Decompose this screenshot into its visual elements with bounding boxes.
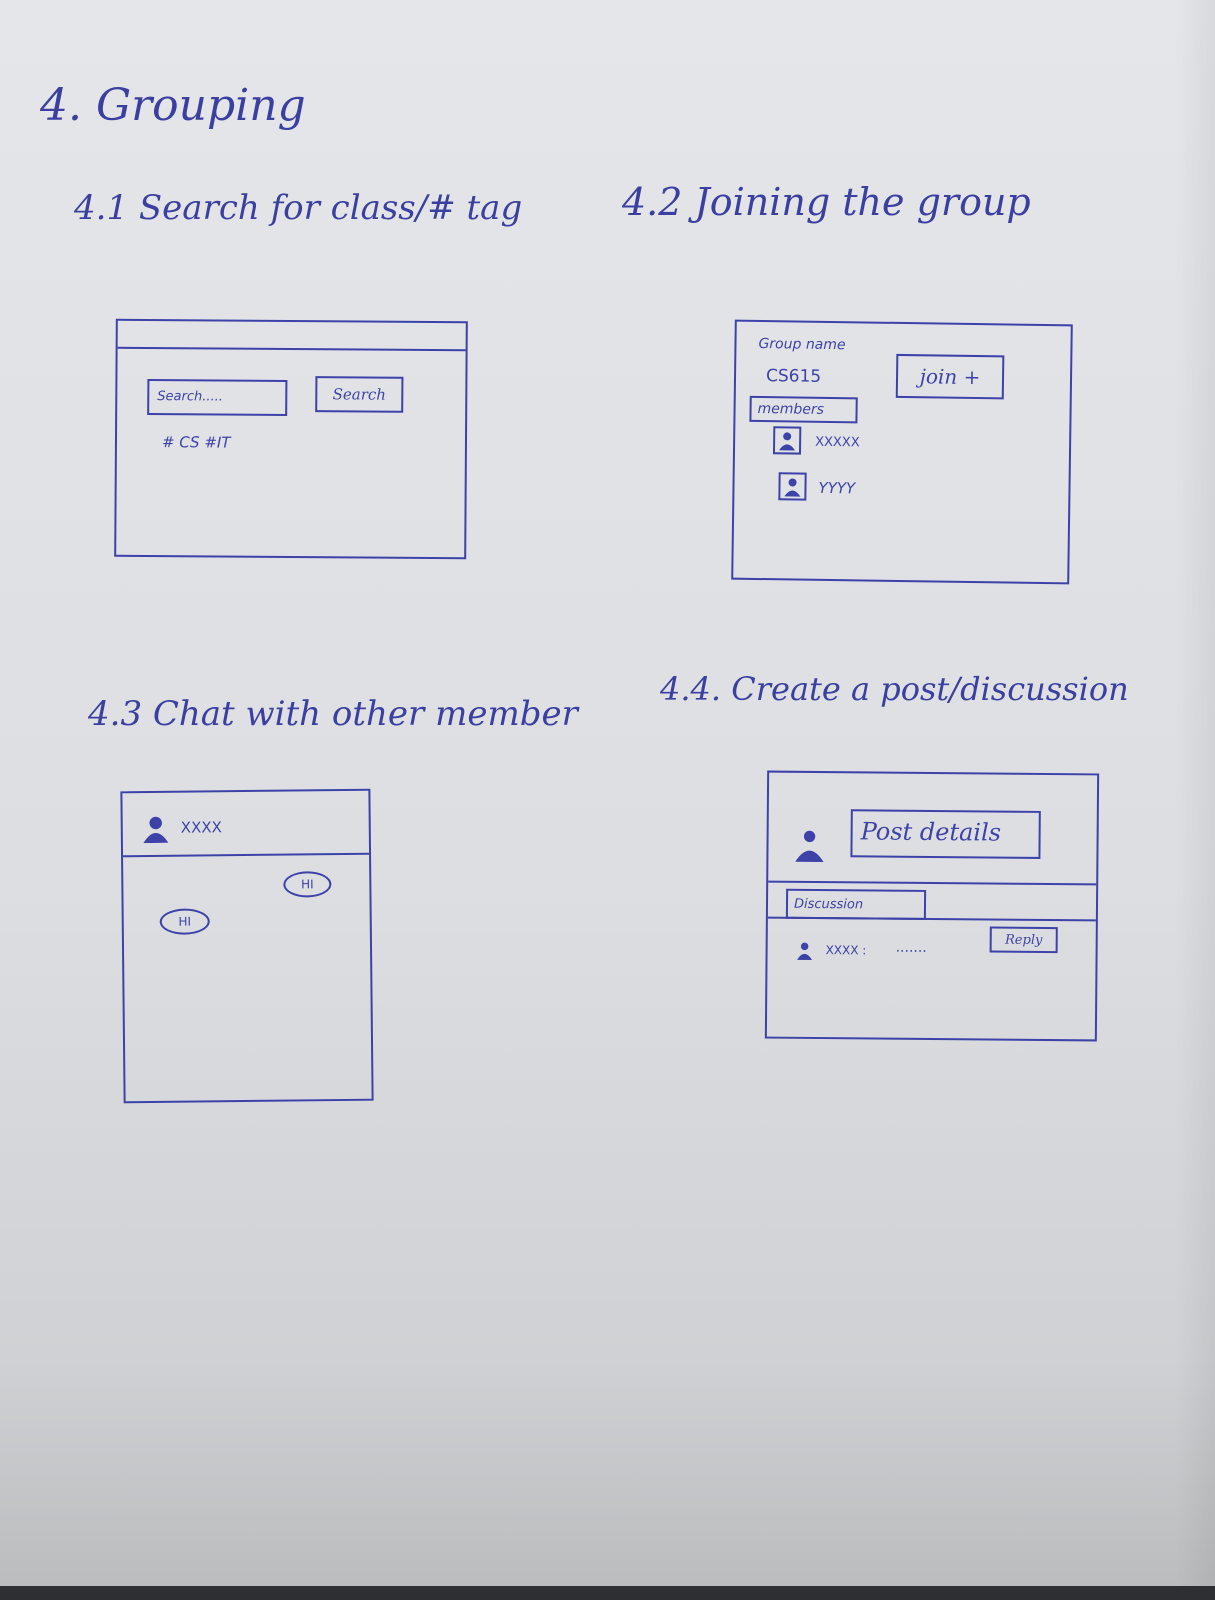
search-wireframe: Search..... Search # CS #IT [114,318,468,560]
tag-list: # CS #IT [161,433,231,452]
discussion-tab[interactable]: Discussion [785,888,927,920]
section-2-title: 4.2 Joining the group [622,180,1031,224]
notebook-page: 4. Grouping 4.1 Search for class/# tag S… [0,0,1215,1600]
members-tab[interactable]: members [749,395,858,424]
commenter-avatar-icon [797,942,813,960]
member-name: XXXXX [815,434,860,451]
search-input[interactable]: Search..... [147,378,288,416]
user-avatar-icon [143,816,169,844]
reply-button[interactable]: Reply [989,926,1058,954]
member-name: YYYY [818,478,856,498]
author-avatar-icon [795,830,824,863]
desk-edge [0,1586,1215,1600]
discussion-divider [767,916,1096,922]
commenter-name: XXXX : [825,943,867,958]
chat-wireframe: XXXX HI HI [120,788,374,1104]
search-header-divider [117,346,466,352]
post-wireframe: Post details Discussion XXXX : ....... R… [764,770,1100,1042]
sent-message-bubble: HI [283,871,332,898]
page-shadow [1175,0,1215,1600]
received-message-bubble: HI [159,908,210,935]
section-1-title: 4.1 Search for class/# tag [74,188,523,228]
page-heading: 4. Grouping [40,80,306,131]
chat-header-divider [123,852,370,858]
group-name-value: CS615 [765,366,822,387]
post-details-box[interactable]: Post details [850,809,1041,859]
chat-user-name: XXXX [180,818,222,837]
comment-text: ....... [895,939,927,956]
section-3-title: 4.3 Chat with other member [88,694,578,734]
search-button[interactable]: Search [315,376,404,413]
member-avatar-icon [772,426,802,455]
member-avatar-icon [778,472,807,501]
group-wireframe: Group name CS615 join + members XXXXX YY… [731,319,1073,585]
group-name-label: Group name [758,335,846,354]
post-divider [768,880,1097,886]
join-button[interactable]: join + [895,353,1005,400]
section-4-title: 4.4. Create a post/discussion [660,670,1129,708]
